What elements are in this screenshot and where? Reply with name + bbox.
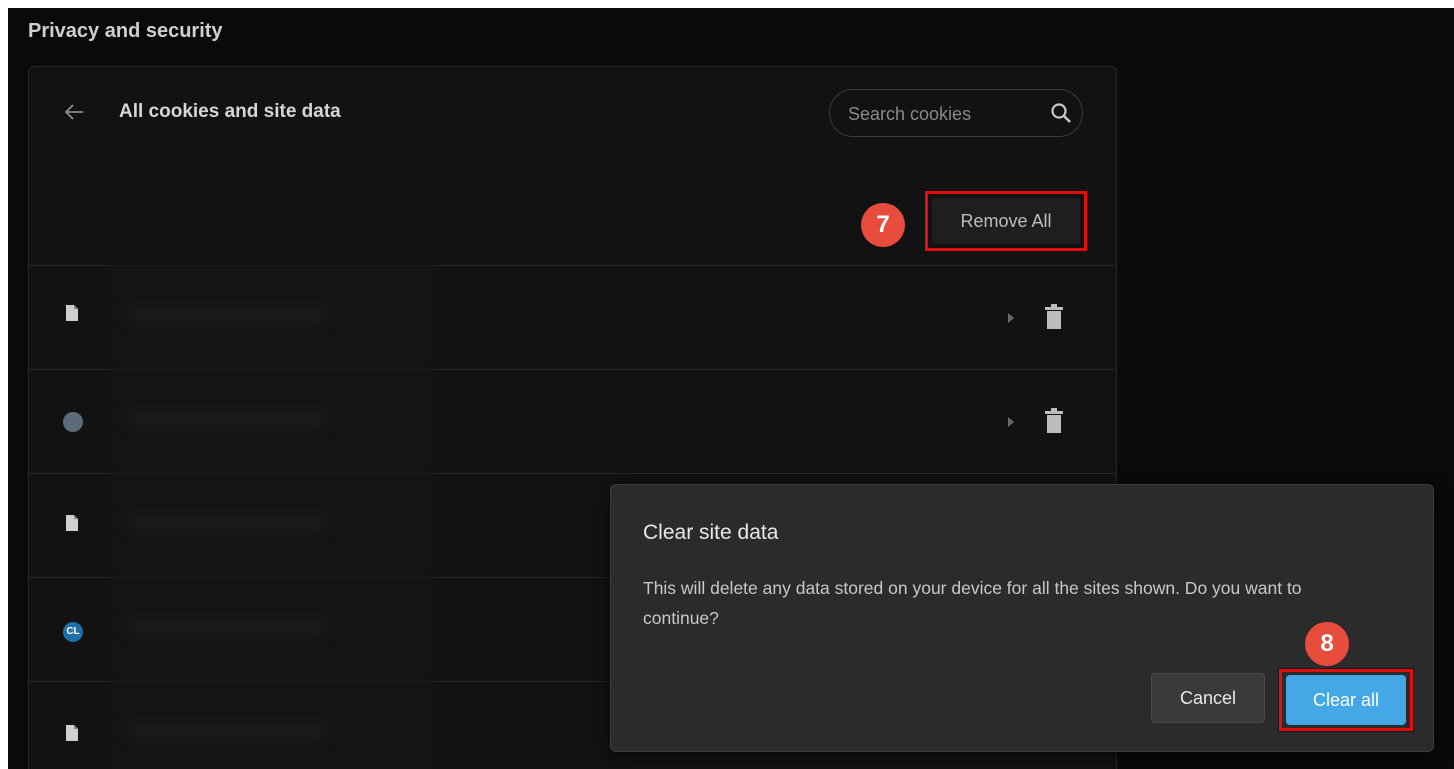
settings-page: Privacy and security All cookies and sit…: [8, 8, 1454, 769]
step-badge-8: 8: [1305, 622, 1349, 666]
chevron-right-icon[interactable]: [1005, 310, 1017, 326]
file-icon: [66, 515, 78, 531]
remove-all-highlight: Remove All: [925, 191, 1087, 251]
page-title: All cookies and site data: [119, 101, 341, 122]
clear-site-data-dialog: Clear site data This will delete any dat…: [610, 484, 1434, 752]
dialog-title: Clear site data: [643, 521, 779, 544]
delete-icon[interactable]: [1044, 408, 1064, 434]
cancel-button[interactable]: Cancel: [1151, 673, 1265, 723]
list-item[interactable]: [29, 369, 1116, 474]
search-input[interactable]: [846, 100, 1040, 128]
blurred-site-name: [111, 474, 433, 578]
card-header: All cookies and site data: [29, 67, 1116, 157]
site-favicon: CL: [63, 622, 83, 642]
file-icon: [66, 725, 78, 741]
chevron-right-icon[interactable]: [1005, 414, 1017, 430]
remove-all-button[interactable]: Remove All: [932, 198, 1080, 244]
back-arrow-icon[interactable]: [63, 101, 85, 123]
file-icon: [66, 305, 78, 321]
section-title: Privacy and security: [28, 20, 223, 42]
delete-icon[interactable]: [1044, 304, 1064, 330]
search-box[interactable]: [829, 89, 1083, 137]
dialog-message: This will delete any data stored on your…: [643, 578, 1302, 628]
site-favicon: [63, 412, 83, 432]
clear-all-button[interactable]: Clear all: [1286, 675, 1406, 725]
search-icon[interactable]: [1050, 102, 1072, 124]
clear-all-highlight: Clear all: [1279, 669, 1413, 731]
blurred-site-name: [111, 266, 433, 370]
blurred-site-name: [111, 370, 433, 474]
blurred-site-name: [111, 578, 433, 682]
step-badge-7: 7: [861, 203, 905, 247]
blurred-site-name: [111, 682, 433, 769]
list-item[interactable]: [29, 265, 1116, 370]
